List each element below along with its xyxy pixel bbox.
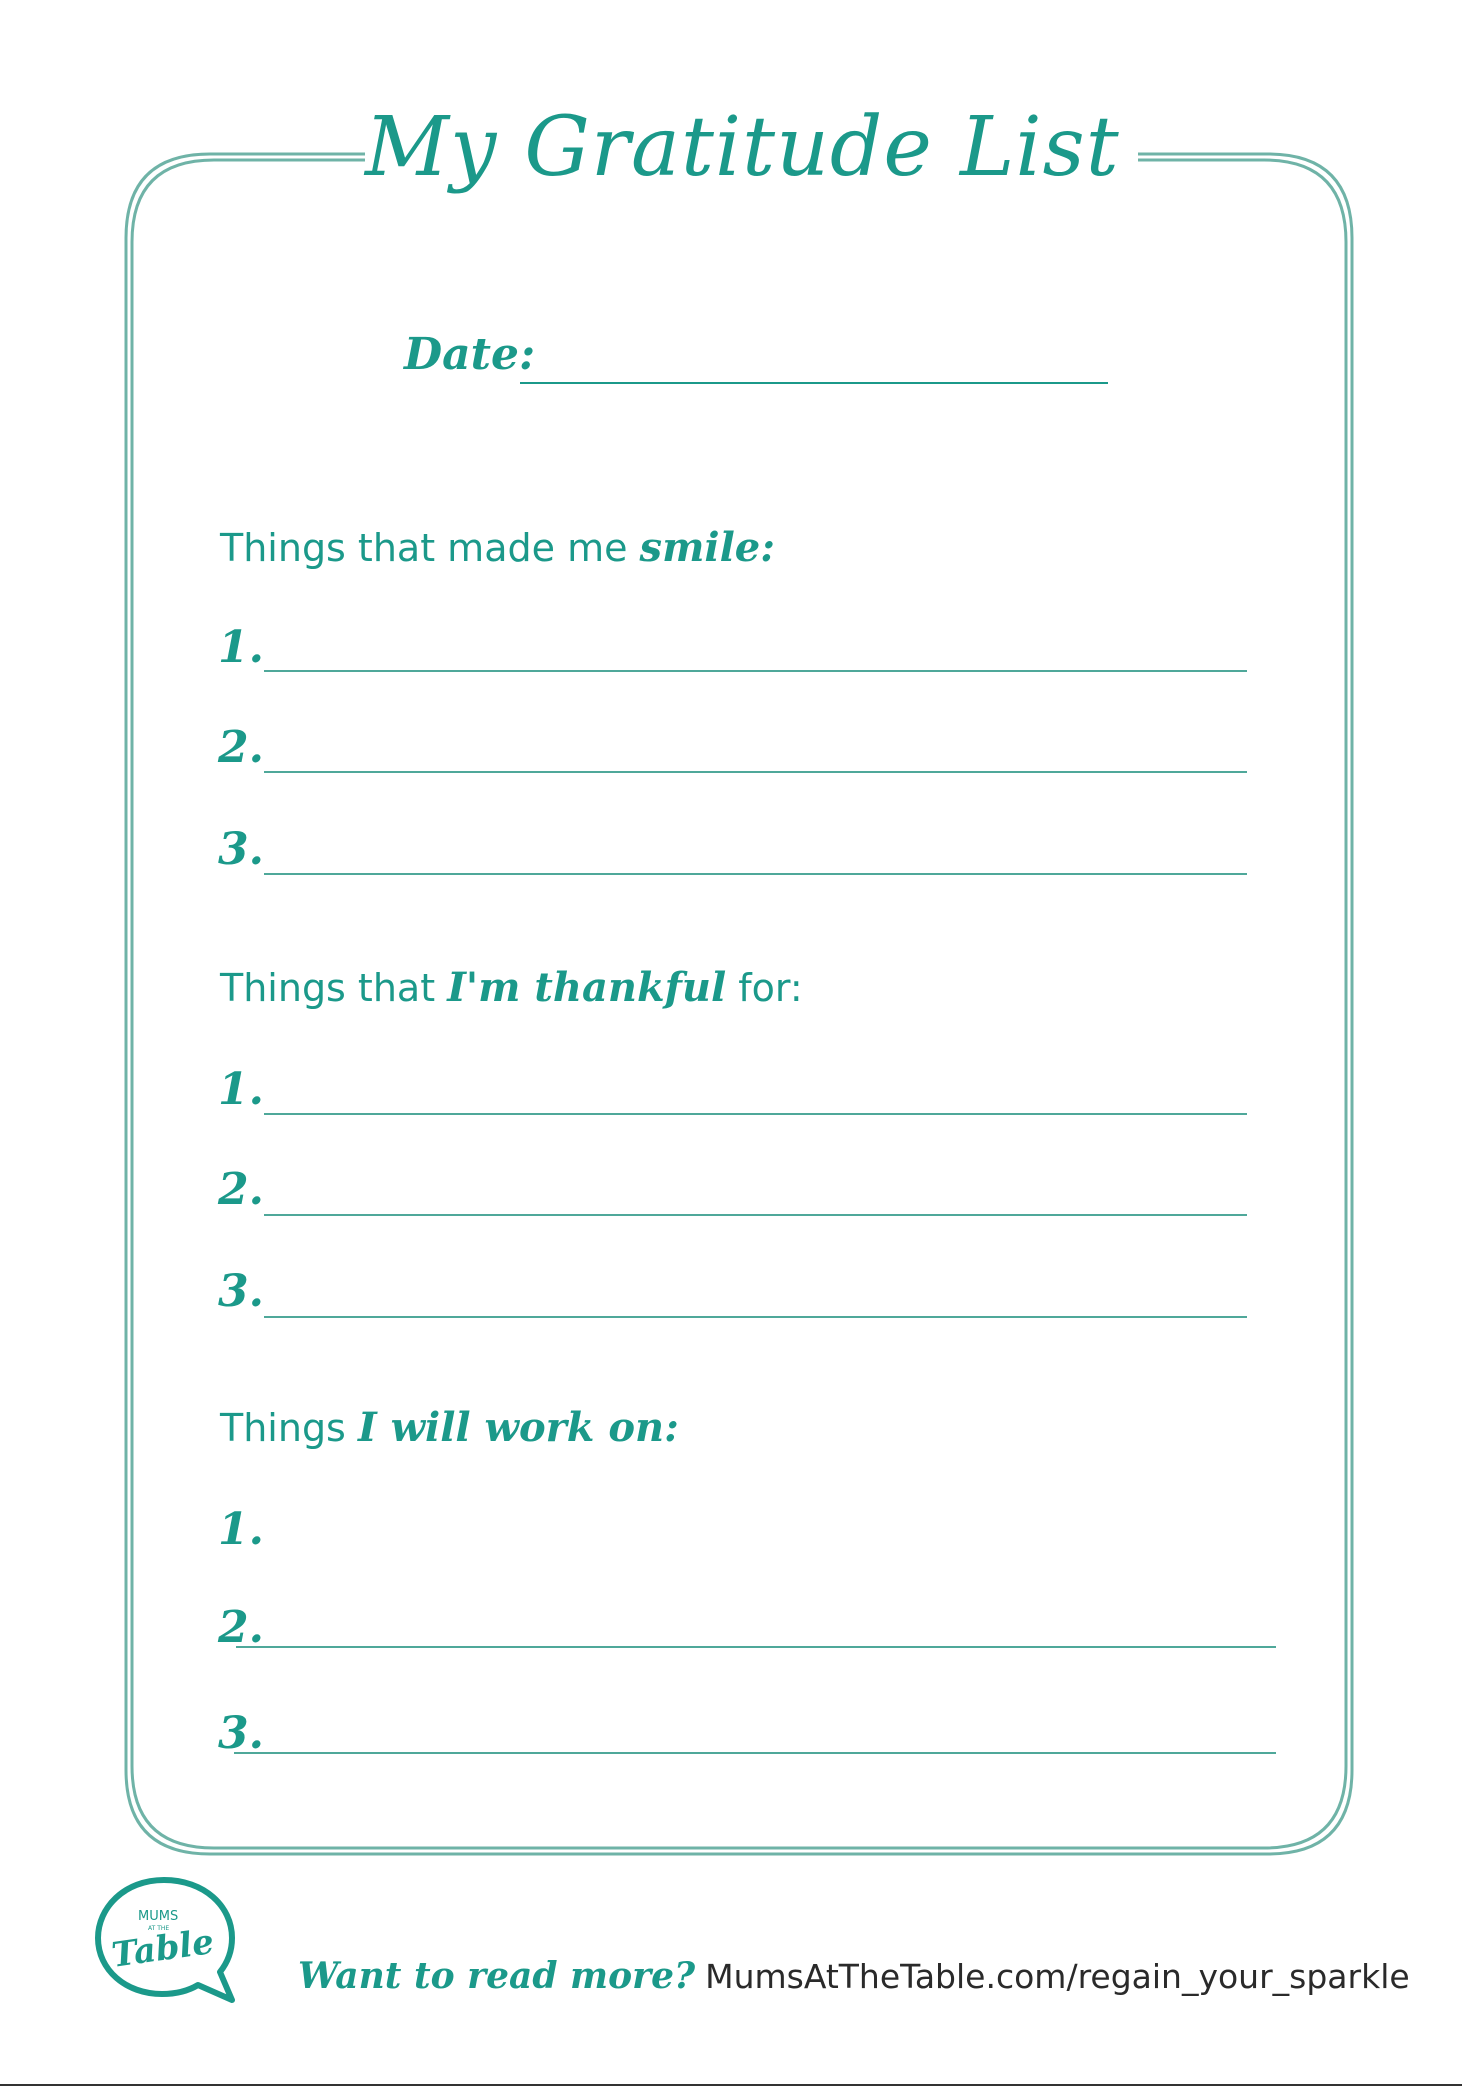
item-number: 1. <box>218 1064 264 1115</box>
item-number: 2. <box>218 1164 264 1215</box>
write-line <box>236 1646 1276 1648</box>
section-title-emphasis: I will work on: <box>357 1404 679 1451</box>
write-line <box>234 1752 1276 1754</box>
section-title-emphasis: I'm thankful <box>447 964 727 1011</box>
footer: Want to read more? MumsAtTheTable.com/reg… <box>298 1946 1410 2006</box>
item-number: 3. <box>218 1708 264 1759</box>
section-title-suffix: for: <box>726 966 803 1010</box>
mums-at-the-table-logo: MUMS AT THE Table <box>92 1872 242 2012</box>
section-title-thankful: Things that I'm thankful for: <box>220 960 803 1016</box>
item-number: 2. <box>218 722 264 773</box>
section-title-work-on: Things I will work on: <box>220 1400 679 1456</box>
list-item: 3. <box>218 1704 1278 1764</box>
write-line <box>264 1113 1247 1115</box>
item-number: 3. <box>218 1266 264 1317</box>
page-frame <box>124 152 1354 1856</box>
section-title-prefix: Things that made me <box>220 526 640 570</box>
speech-bubble-icon: MUMS AT THE Table <box>95 1877 235 2003</box>
list-item: 1. <box>218 1500 1278 1560</box>
item-number: 2. <box>218 1602 264 1653</box>
write-line <box>264 670 1247 672</box>
list-item: 2. <box>218 1598 1278 1658</box>
write-line <box>264 1316 1247 1318</box>
footer-prompt: Want to read more? <box>298 1955 696 1997</box>
list-item: 1. <box>218 618 1248 678</box>
item-number: 1. <box>218 622 264 673</box>
page-title: My Gratitude List <box>365 100 1120 195</box>
logo-top-text: MUMS <box>138 1909 178 1924</box>
section-title-prefix: Things <box>220 1406 358 1450</box>
write-line <box>264 771 1247 773</box>
section-title-emphasis: smile: <box>639 524 775 571</box>
section-title-smile: Things that made me smile: <box>220 520 775 576</box>
logo-main-text: Table <box>109 1922 216 1976</box>
write-line <box>264 1214 1247 1216</box>
list-item: 2. <box>218 718 1248 778</box>
bottom-divider <box>0 2084 1462 2086</box>
date-label: Date: <box>404 329 536 380</box>
footer-url-link[interactable]: MumsAtTheTable.com/regain_your_sparkle <box>705 1957 1410 1996</box>
list-item: 1. <box>218 1060 1248 1120</box>
list-item: 3. <box>218 820 1248 880</box>
list-item: 2. <box>218 1160 1248 1220</box>
section-title-prefix: Things that <box>220 966 448 1010</box>
item-number: 3. <box>218 824 264 875</box>
date-write-line <box>520 382 1108 384</box>
item-number: 1. <box>218 1504 264 1555</box>
write-line <box>264 873 1247 875</box>
list-item: 3. <box>218 1262 1248 1322</box>
